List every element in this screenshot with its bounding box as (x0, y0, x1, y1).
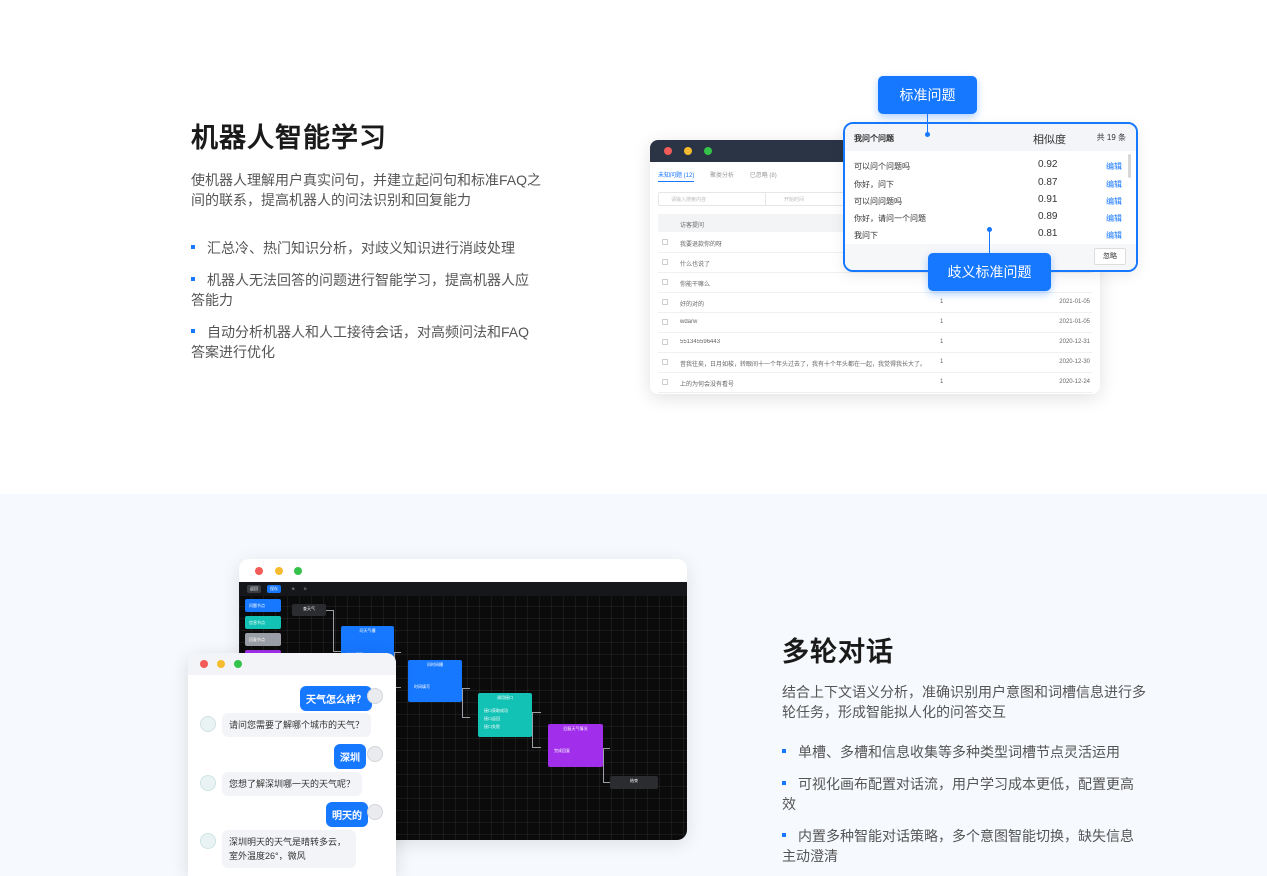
bot-avatar-icon (200, 833, 216, 849)
bot-message: 您想了解深圳哪一天的天气呢？ (222, 772, 363, 796)
zoom-in-icon[interactable]: ⊕ (289, 585, 297, 593)
close-dot-icon (664, 147, 672, 155)
section-title: 多轮对话 (782, 630, 914, 675)
tab-cluster[interactable]: 聚类分析 (710, 173, 734, 179)
close-dot-icon (255, 567, 263, 575)
tab-unknown[interactable]: 未知问题 (12) (658, 173, 695, 182)
maximize-dot-icon (704, 147, 712, 155)
side-info-node-button[interactable]: 信息节点 (245, 616, 281, 629)
row-checkbox[interactable] (662, 319, 668, 325)
user-message: 明天的 (326, 802, 368, 827)
user-message: 深圳 (334, 744, 366, 769)
row-checkbox[interactable] (662, 359, 668, 365)
minimize-dot-icon (275, 567, 283, 575)
edit-link[interactable]: 编辑 (1106, 161, 1122, 172)
feature-item: 机器人无法回答的问题进行智能学习，提高机器人应答能力 (191, 272, 529, 308)
back-button[interactable]: 返回 (247, 585, 261, 593)
feature-item: 内置多种智能对话策略，多个意图智能切换，缺失信息主动澄清 (782, 828, 1134, 864)
table-row[interactable]: 551345596443 1 2020-12-31 (658, 333, 1092, 353)
section-robot-learning: 机器人智能学习 使机器人理解用户真实问句，并建立起问句和标准FAQ之间的联系，提… (0, 0, 1267, 494)
section-description: 使机器人理解用户真实问句，并建立起问句和标准FAQ之间的联系，提高机器人的问法识… (191, 172, 542, 208)
standard-question-callout: 标准问题 (878, 76, 977, 114)
row-checkbox[interactable] (662, 299, 668, 305)
bullet-icon (191, 245, 195, 250)
feature-item: 单槽、多槽和信息收集等多种类型词槽节点灵活运用 (782, 742, 1142, 762)
feature-item: 汇总冷、热门知识分析，对歧义知识进行消歧处理 (191, 238, 541, 258)
maximize-dot-icon (294, 567, 302, 575)
feature-item: 可视化画布配置对话流，用户学习成本更低，配置更高效 (782, 776, 1134, 812)
bullet-icon (191, 277, 195, 282)
bullet-icon (191, 329, 195, 334)
save-button[interactable]: 保存 (267, 585, 281, 593)
user-avatar-icon (367, 746, 383, 762)
minimize-dot-icon (217, 660, 225, 668)
table-row[interactable]: 好的对的 1 2021-01-05 (658, 293, 1092, 313)
canvas-toolbar: 返回 保存 ⊕ ⊖ (239, 582, 687, 596)
edit-link[interactable]: 编辑 (1106, 213, 1122, 224)
bot-message: 请问您需要了解哪个城市的天气？ (222, 713, 372, 737)
feature-list: 单槽、多槽和信息收集等多种类型词槽节点灵活运用 可视化画布配置对话流，用户学习成… (782, 742, 1142, 876)
table-row[interactable]: 昔我往矣，日月如梭，转眼间十一个年头过去了，我有十个年头都在一起，我觉得我长大了… (658, 353, 1092, 373)
bot-message: 深圳明天的天气是晴转多云，室外温度26°，微风 (222, 830, 356, 868)
flow-node-api[interactable]: 调用接口 接口获取成功 接口返回 接口失败 (478, 693, 532, 737)
popup-header: 我问个问题 相似度 共 19 条 (845, 124, 1136, 151)
flow-node-reply[interactable]: 回复天气情况 完成回复 (548, 724, 603, 767)
chat-titlebar (188, 653, 396, 675)
side-reply-node-button[interactable]: 回复节点 (245, 633, 281, 646)
bullet-icon (782, 833, 786, 838)
user-avatar-icon (367, 688, 383, 704)
edit-link[interactable]: 编辑 (1106, 196, 1122, 207)
user-message: 天气怎么样？ (300, 686, 372, 711)
chat-window: 天气怎么样？ 请问您需要了解哪个城市的天气？ 深圳 您想了解深圳哪一天的天气呢？… (188, 653, 396, 876)
callout-connector (927, 114, 928, 134)
row-checkbox[interactable] (662, 239, 668, 245)
close-dot-icon (200, 660, 208, 668)
flow-edge (532, 712, 541, 748)
flow-edge (462, 688, 470, 718)
bullet-icon (782, 749, 786, 754)
callout-connector (989, 230, 990, 253)
row-checkbox[interactable] (662, 339, 668, 345)
callout-dot (925, 132, 930, 137)
feature-item: 自动分析机器人和人工接待会话，对高频问法和FAQ答案进行优化 (191, 324, 530, 360)
bullet-icon (782, 781, 786, 786)
flow-node-time-slot[interactable]: 问时间槽 时间填写 (408, 660, 462, 702)
table-row[interactable]: wdarw 1 2021-01-05 (658, 313, 1092, 333)
similar-question-row: 可以问问题吗 0.91 编辑 (854, 194, 1122, 207)
date-filter[interactable]: 开始时间 (765, 192, 845, 206)
side-question-node-button[interactable]: 问题节点 (245, 599, 281, 612)
popup-scrollbar[interactable] (1128, 154, 1131, 178)
flow-edge (333, 610, 341, 652)
row-checkbox[interactable] (662, 279, 668, 285)
table-row[interactable]: 上的为何会没有看号 1 2020-12-24 (658, 373, 1092, 393)
bot-avatar-icon (200, 716, 216, 732)
ambiguous-question-callout: 歧义标准问题 (928, 253, 1051, 291)
flow-edge (603, 748, 610, 783)
similar-question-row: 你好，请问一个问题 0.89 编辑 (854, 211, 1122, 224)
flow-node-start[interactable]: 查天气 (292, 604, 326, 616)
similar-question-row: 可以问个问题吗 0.92 编辑 (854, 159, 1122, 172)
edit-link[interactable]: 编辑 (1106, 230, 1122, 241)
tab-bar: 未知问题 (12) 聚类分析 已忽略 (8) (658, 170, 791, 182)
ignore-button[interactable]: 忽略 (1094, 248, 1126, 265)
similar-questions-popup: 我问个问题 相似度 共 19 条 可以问个问题吗 0.92 编辑 你好，问下 0.87… (843, 122, 1138, 272)
feature-list: 汇总冷、热门知识分析，对歧义知识进行消歧处理 机器人无法回答的问题进行智能学习，… (191, 238, 541, 374)
callout-dot (987, 227, 992, 232)
maximize-dot-icon (234, 660, 242, 668)
zoom-out-icon[interactable]: ⊖ (301, 585, 309, 593)
flow-node-end[interactable]: 结束 (610, 776, 658, 789)
minimize-dot-icon (684, 147, 692, 155)
section-title: 机器人智能学习 (191, 116, 407, 161)
user-avatar-icon (367, 804, 383, 820)
similar-question-row: 你好，问下 0.87 编辑 (854, 177, 1122, 190)
edit-link[interactable]: 编辑 (1106, 179, 1122, 190)
row-checkbox[interactable] (662, 259, 668, 265)
tab-ignored[interactable]: 已忽略 (8) (750, 173, 777, 179)
section-description: 结合上下文语义分析，准确识别用户意图和词槽信息进行多轮任务，形成智能拟人化的问答… (782, 684, 1146, 720)
bot-avatar-icon (200, 775, 216, 791)
row-checkbox[interactable] (662, 379, 668, 385)
